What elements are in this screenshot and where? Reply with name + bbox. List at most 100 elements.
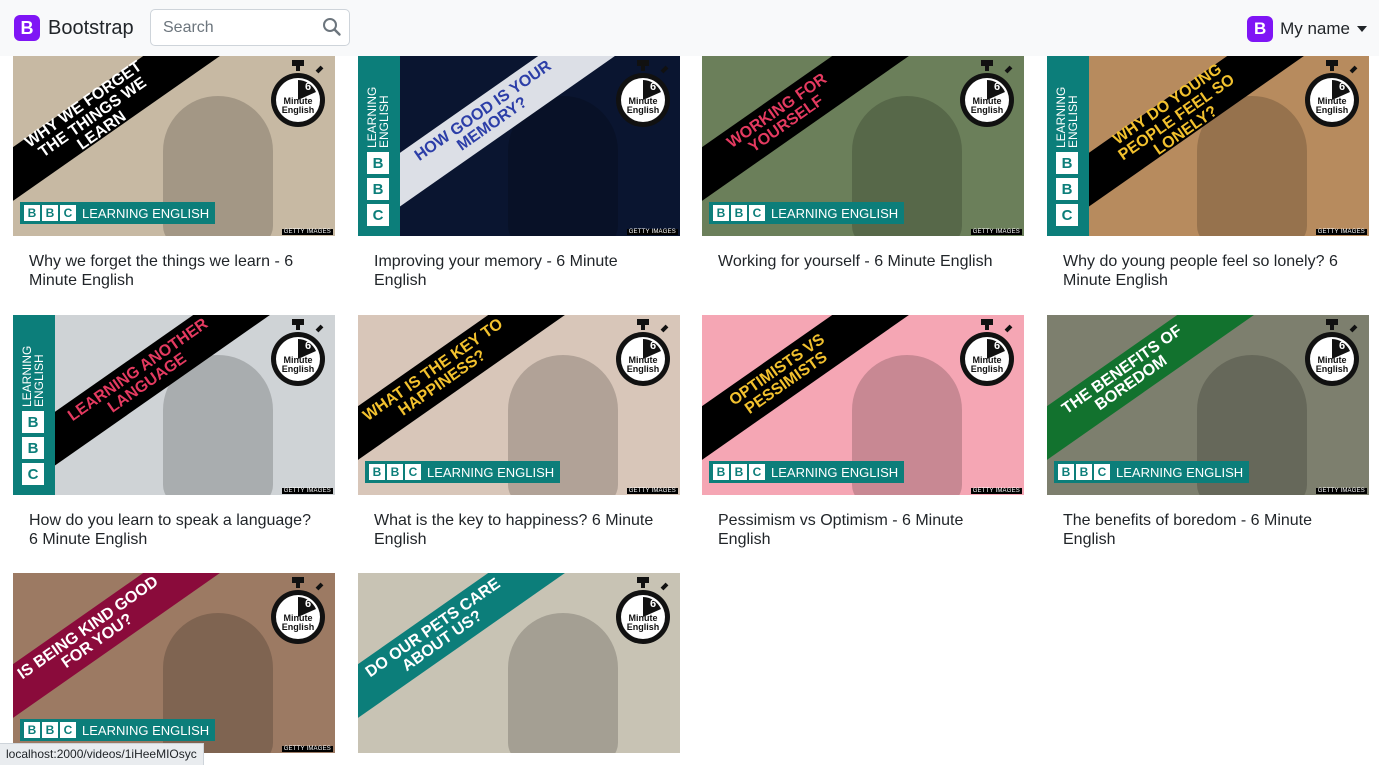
video-title[interactable]: Pessimism vs Optimism - 6 Minute English [718, 511, 1008, 549]
bbc-learning-english-text: LEARNING ENGLISH [771, 205, 899, 221]
stopwatch-icon: 6MinuteEnglish [616, 577, 670, 644]
svg-text:6: 6 [305, 598, 311, 610]
svg-text:6: 6 [994, 340, 1000, 352]
bbc-letter-box: B [731, 205, 747, 221]
video-card[interactable]: WHAT IS THE KEY TO HAPPINESS? 6 Minute Engl… [358, 315, 680, 549]
bbc-letter-box: C [22, 463, 44, 485]
video-thumbnail[interactable]: WHY DO YOUNG PEOPLE FEEL SO LONELY? 6 Minu… [1047, 56, 1369, 236]
video-card[interactable]: DO OUR PETS CARE ABOUT US? 6 Minute English [358, 573, 680, 769]
bbc-letter-box: B [369, 464, 385, 480]
video-title[interactable]: What is the key to happiness? 6 Minute E… [374, 511, 664, 549]
video-title[interactable]: Working for yourself - 6 Minute English [718, 252, 1008, 271]
thumbnail-banner-text: DO OUR PETS CARE ABOUT US? [362, 575, 504, 681]
stopwatch-icon: 6MinuteEnglish [616, 319, 670, 386]
thumbnail-banner-text: WHAT IS THE KEY TO HAPPINESS? [360, 315, 507, 425]
video-thumbnail[interactable]: WORKING FOR YOURSELF 6 Minute English B B C LEA… [702, 56, 1024, 236]
getty-images-credit: GETTY IMAGES [970, 488, 1022, 494]
video-thumbnail[interactable]: LEARNING ANOTHER LANGUAGE 6 Minute English L… [13, 315, 335, 495]
bbc-letter-box: B [1056, 152, 1078, 174]
bbc-letter-box: C [60, 205, 76, 221]
bbc-letter-box: C [749, 464, 765, 480]
video-title[interactable]: The benefits of boredom - 6 Minute Engli… [1063, 511, 1353, 549]
video-card[interactable]: OPTIMISTS VS PESSIMISTS 6 Minute English B B C… [702, 315, 1024, 549]
thumbnail-banner-text: IS BEING KIND GOOD FOR YOU? [14, 573, 162, 683]
bbc-letter-box: B [24, 205, 40, 221]
brand-name: Bootstrap [48, 16, 134, 39]
bbc-letter-box: B [731, 464, 747, 480]
svg-text:English: English [971, 105, 1004, 115]
svg-text:English: English [627, 105, 660, 115]
svg-text:6: 6 [305, 81, 311, 93]
video-thumbnail[interactable]: OPTIMISTS VS PESSIMISTS 6 Minute English B B C… [702, 315, 1024, 495]
bbc-learning-english-logo: B B C LEARNING ENGLISH [20, 202, 216, 224]
bbc-letter-box: B [387, 464, 403, 480]
video-thumbnail[interactable]: IS BEING KIND GOOD FOR YOU? 6 Minute Englis… [13, 573, 335, 753]
video-card[interactable]: WORKING FOR YOURSELF 6 Minute English B B C LEA… [702, 56, 1024, 271]
stopwatch-icon: 6MinuteEnglish [1305, 319, 1359, 386]
video-thumbnail[interactable]: WHY WE FORGET THE THINGS WE LEARN 6 Minute… [13, 56, 335, 236]
bbc-letter-box: B [22, 437, 44, 459]
bbc-learning-english-logo: B B C LEARNING ENGLISH [709, 202, 905, 224]
bbc-letter-box: C [405, 464, 421, 480]
video-card[interactable]: WHY DO YOUNG PEOPLE FEEL SO LONELY? 6 Minu… [1047, 56, 1369, 290]
bbc-learning-english-text: LEARNING ENGLISH [771, 464, 899, 480]
bbc-letter-box: B [24, 722, 40, 738]
video-thumbnail[interactable]: THE BENEFITS OF BOREDOM 6 Minute English B B C… [1047, 315, 1369, 495]
bbc-letter-box: B [1058, 464, 1074, 480]
thumbnail-banner-text: WHY WE FORGET THE THINGS WE LEARN [21, 57, 150, 162]
bbc-letter-box: B [713, 205, 729, 221]
bbc-letter-box: B [42, 205, 58, 221]
bbc-learning-english-text: LEARNING ENGLISH [1116, 464, 1244, 480]
svg-text:English: English [627, 364, 660, 374]
getty-images-credit: GETTY IMAGES [281, 746, 333, 752]
svg-text:English: English [627, 622, 660, 632]
bbc-learning-english-logo: B B C LEARNING ENGLISH [20, 719, 216, 741]
stopwatch-icon: 6MinuteEnglish [271, 60, 325, 127]
bbc-learning-english-logo: B B C LEARNING ENGLISH [365, 461, 561, 483]
video-card[interactable]: HOW GOOD IS YOUR MEMORY? 6 Minute English LE… [358, 56, 680, 290]
bbc-learning-english-text: LEARNING ENGLISH [1054, 86, 1080, 148]
stopwatch-icon: 6MinuteEnglish [616, 60, 670, 127]
svg-text:6: 6 [1339, 340, 1345, 352]
svg-text:English: English [282, 622, 315, 632]
video-title[interactable]: Why we forget the things we learn - 6 Mi… [29, 252, 319, 290]
bbc-learning-english-logo: LEARNING ENGLISH B B C [13, 315, 55, 495]
svg-text:6: 6 [650, 81, 656, 93]
video-title[interactable]: Why do young people feel so lonely? 6 Mi… [1063, 252, 1353, 290]
video-card[interactable]: THE BENEFITS OF BOREDOM 6 Minute English B B C… [1047, 315, 1369, 549]
video-title[interactable]: How do you learn to speak a language? 6 … [29, 511, 319, 549]
bbc-learning-english-logo: B B C LEARNING ENGLISH [709, 461, 905, 483]
search-box [150, 9, 350, 46]
video-card[interactable]: LEARNING ANOTHER LANGUAGE 6 Minute English L… [13, 315, 335, 549]
bbc-learning-english-text: LEARNING ENGLISH [82, 205, 210, 221]
search-icon [323, 18, 341, 36]
bbc-learning-english-logo: LEARNING ENGLISH B B C [358, 56, 400, 236]
video-card[interactable]: WHY WE FORGET THE THINGS WE LEARN 6 Minute… [13, 56, 335, 290]
video-card[interactable]: IS BEING KIND GOOD FOR YOU? 6 Minute Englis… [13, 573, 335, 769]
thumbnail-banner-text: THE BENEFITS OF BOREDOM [1058, 322, 1186, 418]
navbar: B Bootstrap B My name [0, 0, 1379, 56]
video-thumbnail[interactable]: HOW GOOD IS YOUR MEMORY? 6 Minute English LE… [358, 56, 680, 236]
bbc-learning-english-text: LEARNING ENGLISH [365, 86, 391, 148]
user-menu-toggle[interactable]: B My name [1247, 16, 1367, 42]
bbc-letter-box: B [1076, 464, 1092, 480]
bootstrap-logo-icon: B [14, 15, 40, 41]
svg-text:English: English [1316, 105, 1349, 115]
getty-images-credit: GETTY IMAGES [1315, 488, 1367, 494]
search-input[interactable] [151, 10, 328, 45]
thumbnail-photo [508, 613, 618, 753]
thumbnail-banner-text: OPTIMISTS VS PESSIMISTS [726, 330, 831, 418]
video-thumbnail[interactable]: DO OUR PETS CARE ABOUT US? 6 Minute English [358, 573, 680, 753]
svg-text:English: English [282, 364, 315, 374]
search-button[interactable] [321, 16, 343, 38]
video-thumbnail[interactable]: WHAT IS THE KEY TO HAPPINESS? 6 Minute Engl… [358, 315, 680, 495]
stopwatch-icon: 6MinuteEnglish [271, 577, 325, 644]
thumbnail-banner-text: WORKING FOR YOURSELF [724, 70, 831, 157]
bbc-letter-box: B [713, 464, 729, 480]
brand-link[interactable]: B Bootstrap [14, 14, 134, 42]
video-title[interactable]: Improving your memory - 6 Minute English [374, 252, 664, 290]
bbc-learning-english-text: LEARNING ENGLISH [82, 722, 210, 738]
getty-images-credit: GETTY IMAGES [281, 488, 333, 494]
chevron-down-icon [1357, 26, 1367, 32]
getty-images-credit: GETTY IMAGES [281, 229, 333, 235]
